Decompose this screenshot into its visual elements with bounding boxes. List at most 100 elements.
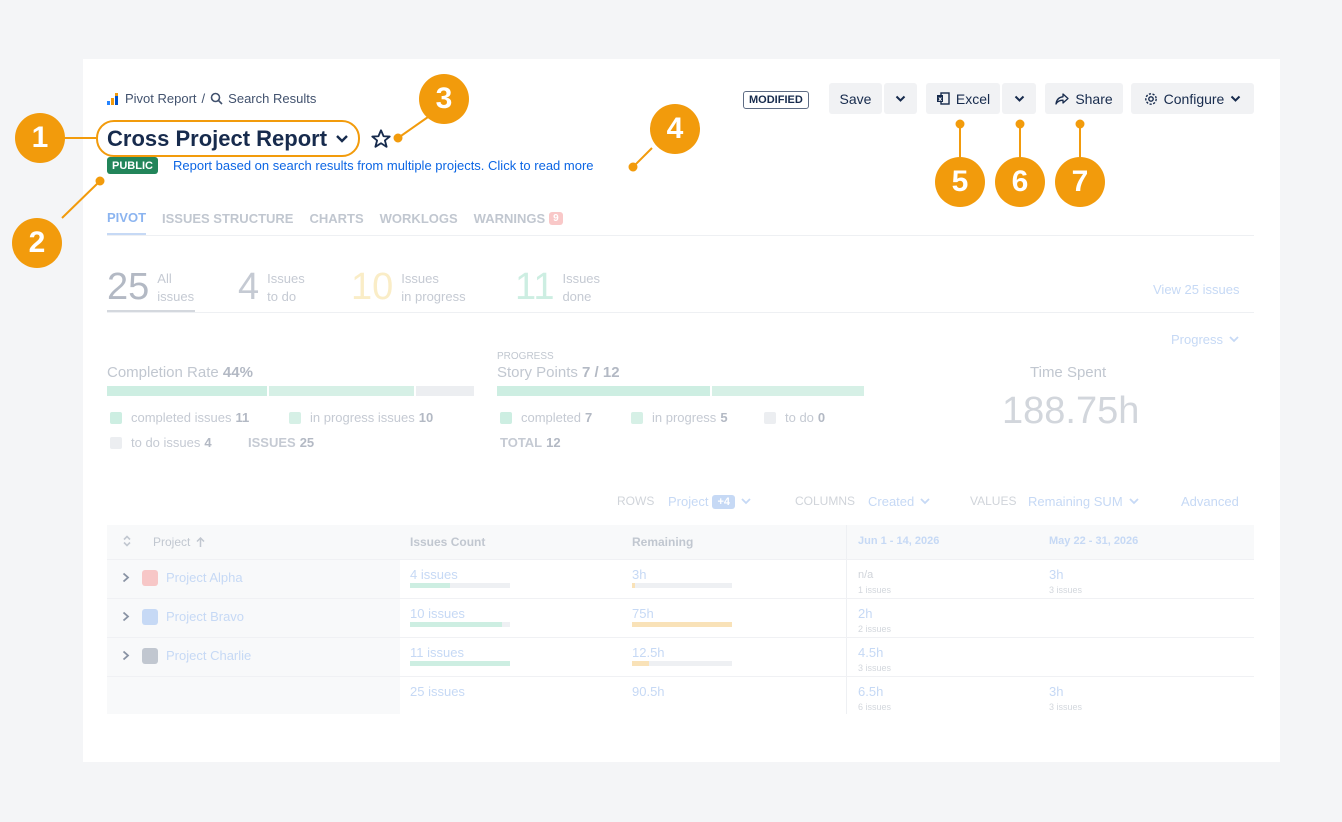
view-issues-link[interactable]: View 25 issues — [1153, 282, 1239, 297]
date-column-header-1[interactable]: Jun 1 - 14, 2026 — [858, 535, 939, 547]
legend-label: ISSUES — [248, 435, 296, 450]
bar-in-progress — [712, 386, 864, 396]
stat-label: Issues in progress — [401, 270, 465, 306]
tab-label: WORKLOGS — [379, 211, 458, 226]
chevron-down-icon — [1230, 95, 1241, 103]
progress-dropdown[interactable]: Progress — [1171, 332, 1239, 347]
remaining-bar — [632, 622, 732, 627]
total-date1-link[interactable]: 6.5h — [858, 684, 883, 699]
legend-count: 5 — [720, 410, 728, 425]
story-points-title: Story Points 7 / 12 — [497, 364, 620, 381]
stat-label-line1: Issues — [401, 271, 439, 286]
columns-value: Created — [868, 494, 915, 509]
stat-issues-done[interactable]: 11 Issues done — [515, 268, 600, 306]
configure-button[interactable]: Configure — [1131, 83, 1254, 114]
chevron-right-icon[interactable] — [122, 572, 130, 583]
date1-sub: 1 issues — [858, 585, 892, 595]
stat-all-issues[interactable]: 25 All issues — [107, 268, 194, 306]
time-spent-title: Time Spent — [1030, 364, 1107, 381]
legend-swatch — [500, 411, 512, 424]
report-title-dropdown[interactable]: Cross Project Report — [96, 120, 360, 157]
total-remaining-link[interactable]: 90.5h — [632, 684, 665, 699]
date1-value-link[interactable]: 4.5h — [858, 645, 883, 660]
date1-value-link[interactable]: 2h — [858, 606, 872, 621]
chevron-right-icon[interactable] — [122, 611, 130, 622]
rows-label: ROWS — [617, 494, 655, 508]
stat-issues-todo[interactable]: 4 Issues to do — [238, 268, 305, 306]
legend-swatch — [110, 436, 122, 449]
remaining-link[interactable]: 12.5h — [632, 645, 665, 660]
total-date2-link[interactable]: 3h — [1049, 684, 1063, 699]
project-alpha-icon — [142, 570, 158, 586]
tab-warnings[interactable]: WARNINGS 9 — [474, 210, 563, 235]
stat-label-line1: All — [157, 271, 172, 286]
legend-sp-in-progress: in progress 5 — [631, 410, 728, 425]
issues-count-bar — [410, 583, 510, 588]
breadcrumb-current: Search Results — [228, 91, 317, 106]
issues-count-link[interactable]: 4 issues — [410, 567, 458, 582]
star-icon[interactable] — [370, 128, 392, 155]
expand-all-toggle[interactable] — [122, 535, 132, 547]
callout-1: 1 — [15, 113, 65, 163]
chevron-right-icon[interactable] — [122, 650, 130, 661]
date1-sub: 2 issues — [858, 624, 892, 634]
legend-todo-issues: to do issues 4 — [110, 435, 212, 450]
legend-count: 25 — [299, 435, 315, 450]
columns-dropdown[interactable]: Created — [868, 494, 930, 509]
date1-sub: 3 issues — [858, 663, 892, 673]
legend-count: 11 — [235, 410, 250, 425]
callout-4: 4 — [650, 104, 700, 154]
chevron-down-icon — [1229, 336, 1239, 343]
tab-issues-structure[interactable]: ISSUES STRUCTURE — [162, 210, 293, 235]
save-options-button[interactable] — [884, 83, 917, 114]
row-divider — [107, 637, 1254, 638]
share-button-label: Share — [1075, 90, 1113, 107]
column-header-label: Project — [153, 535, 191, 549]
legend-count: 10 — [418, 410, 434, 425]
issues-count-link[interactable]: 11 issues — [410, 645, 464, 660]
report-description-link[interactable]: Report based on search results from mult… — [173, 158, 594, 173]
export-options-button[interactable] — [1002, 83, 1036, 114]
project-column-header[interactable]: Project — [153, 535, 205, 549]
project-name-link[interactable]: Project Bravo — [166, 609, 244, 624]
remaining-bar-fill — [632, 661, 649, 666]
column-separator — [846, 525, 847, 714]
remaining-column-header[interactable]: Remaining — [632, 535, 693, 549]
gear-icon — [1144, 92, 1158, 106]
project-name-link[interactable]: Project Charlie — [166, 648, 251, 663]
advanced-link[interactable]: Advanced — [1181, 494, 1239, 509]
remaining-link[interactable]: 3h — [632, 567, 646, 582]
total-date2-sub: 3 issues — [1049, 702, 1083, 712]
legend-sp-completed: completed 7 — [500, 410, 592, 425]
rows-dropdown[interactable]: Project +4 — [668, 494, 751, 509]
project-name-link[interactable]: Project Alpha — [166, 570, 243, 585]
values-dropdown[interactable]: Remaining SUM — [1028, 494, 1139, 509]
tab-pivot[interactable]: PIVOT — [107, 210, 147, 235]
svg-text:x: x — [938, 96, 942, 103]
issues-count-column-header[interactable]: Issues Count — [410, 535, 485, 549]
save-button[interactable]: Save — [829, 83, 882, 114]
remaining-link[interactable]: 75h — [632, 606, 654, 621]
row-divider — [107, 598, 1254, 599]
bar-completed — [497, 386, 710, 396]
tab-charts[interactable]: CHARTS — [309, 210, 363, 235]
legend-label: to do issues — [131, 435, 201, 450]
values-label: VALUES — [970, 494, 1017, 508]
tab-worklogs[interactable]: WORKLOGS — [380, 210, 458, 235]
breadcrumb-root-link[interactable]: Pivot Report — [125, 91, 197, 106]
date-column-header-2[interactable]: May 22 - 31, 2026 — [1049, 535, 1138, 547]
columns-label: COLUMNS — [795, 494, 856, 508]
pivot-table: Project Issues Count Remaining Jun 1 - 1… — [107, 525, 1254, 714]
stat-issues-in-progress[interactable]: 10 Issues in progress — [351, 268, 466, 306]
excel-export-button[interactable]: x Excel — [926, 83, 1000, 114]
bar-in-progress — [269, 386, 414, 396]
breadcrumb-separator: / — [201, 91, 206, 106]
chevron-down-icon — [1129, 498, 1139, 505]
date2-value-link[interactable]: 3h — [1049, 567, 1063, 582]
total-issues-count-link[interactable]: 25 issues — [410, 684, 465, 699]
stat-label: Issues to do — [267, 270, 305, 306]
completion-rate-percent: 44% — [222, 364, 253, 381]
share-button[interactable]: Share — [1045, 83, 1123, 114]
issues-count-link[interactable]: 10 issues — [410, 606, 465, 621]
legend-in-progress-issues: in progress issues 10 — [289, 410, 433, 425]
